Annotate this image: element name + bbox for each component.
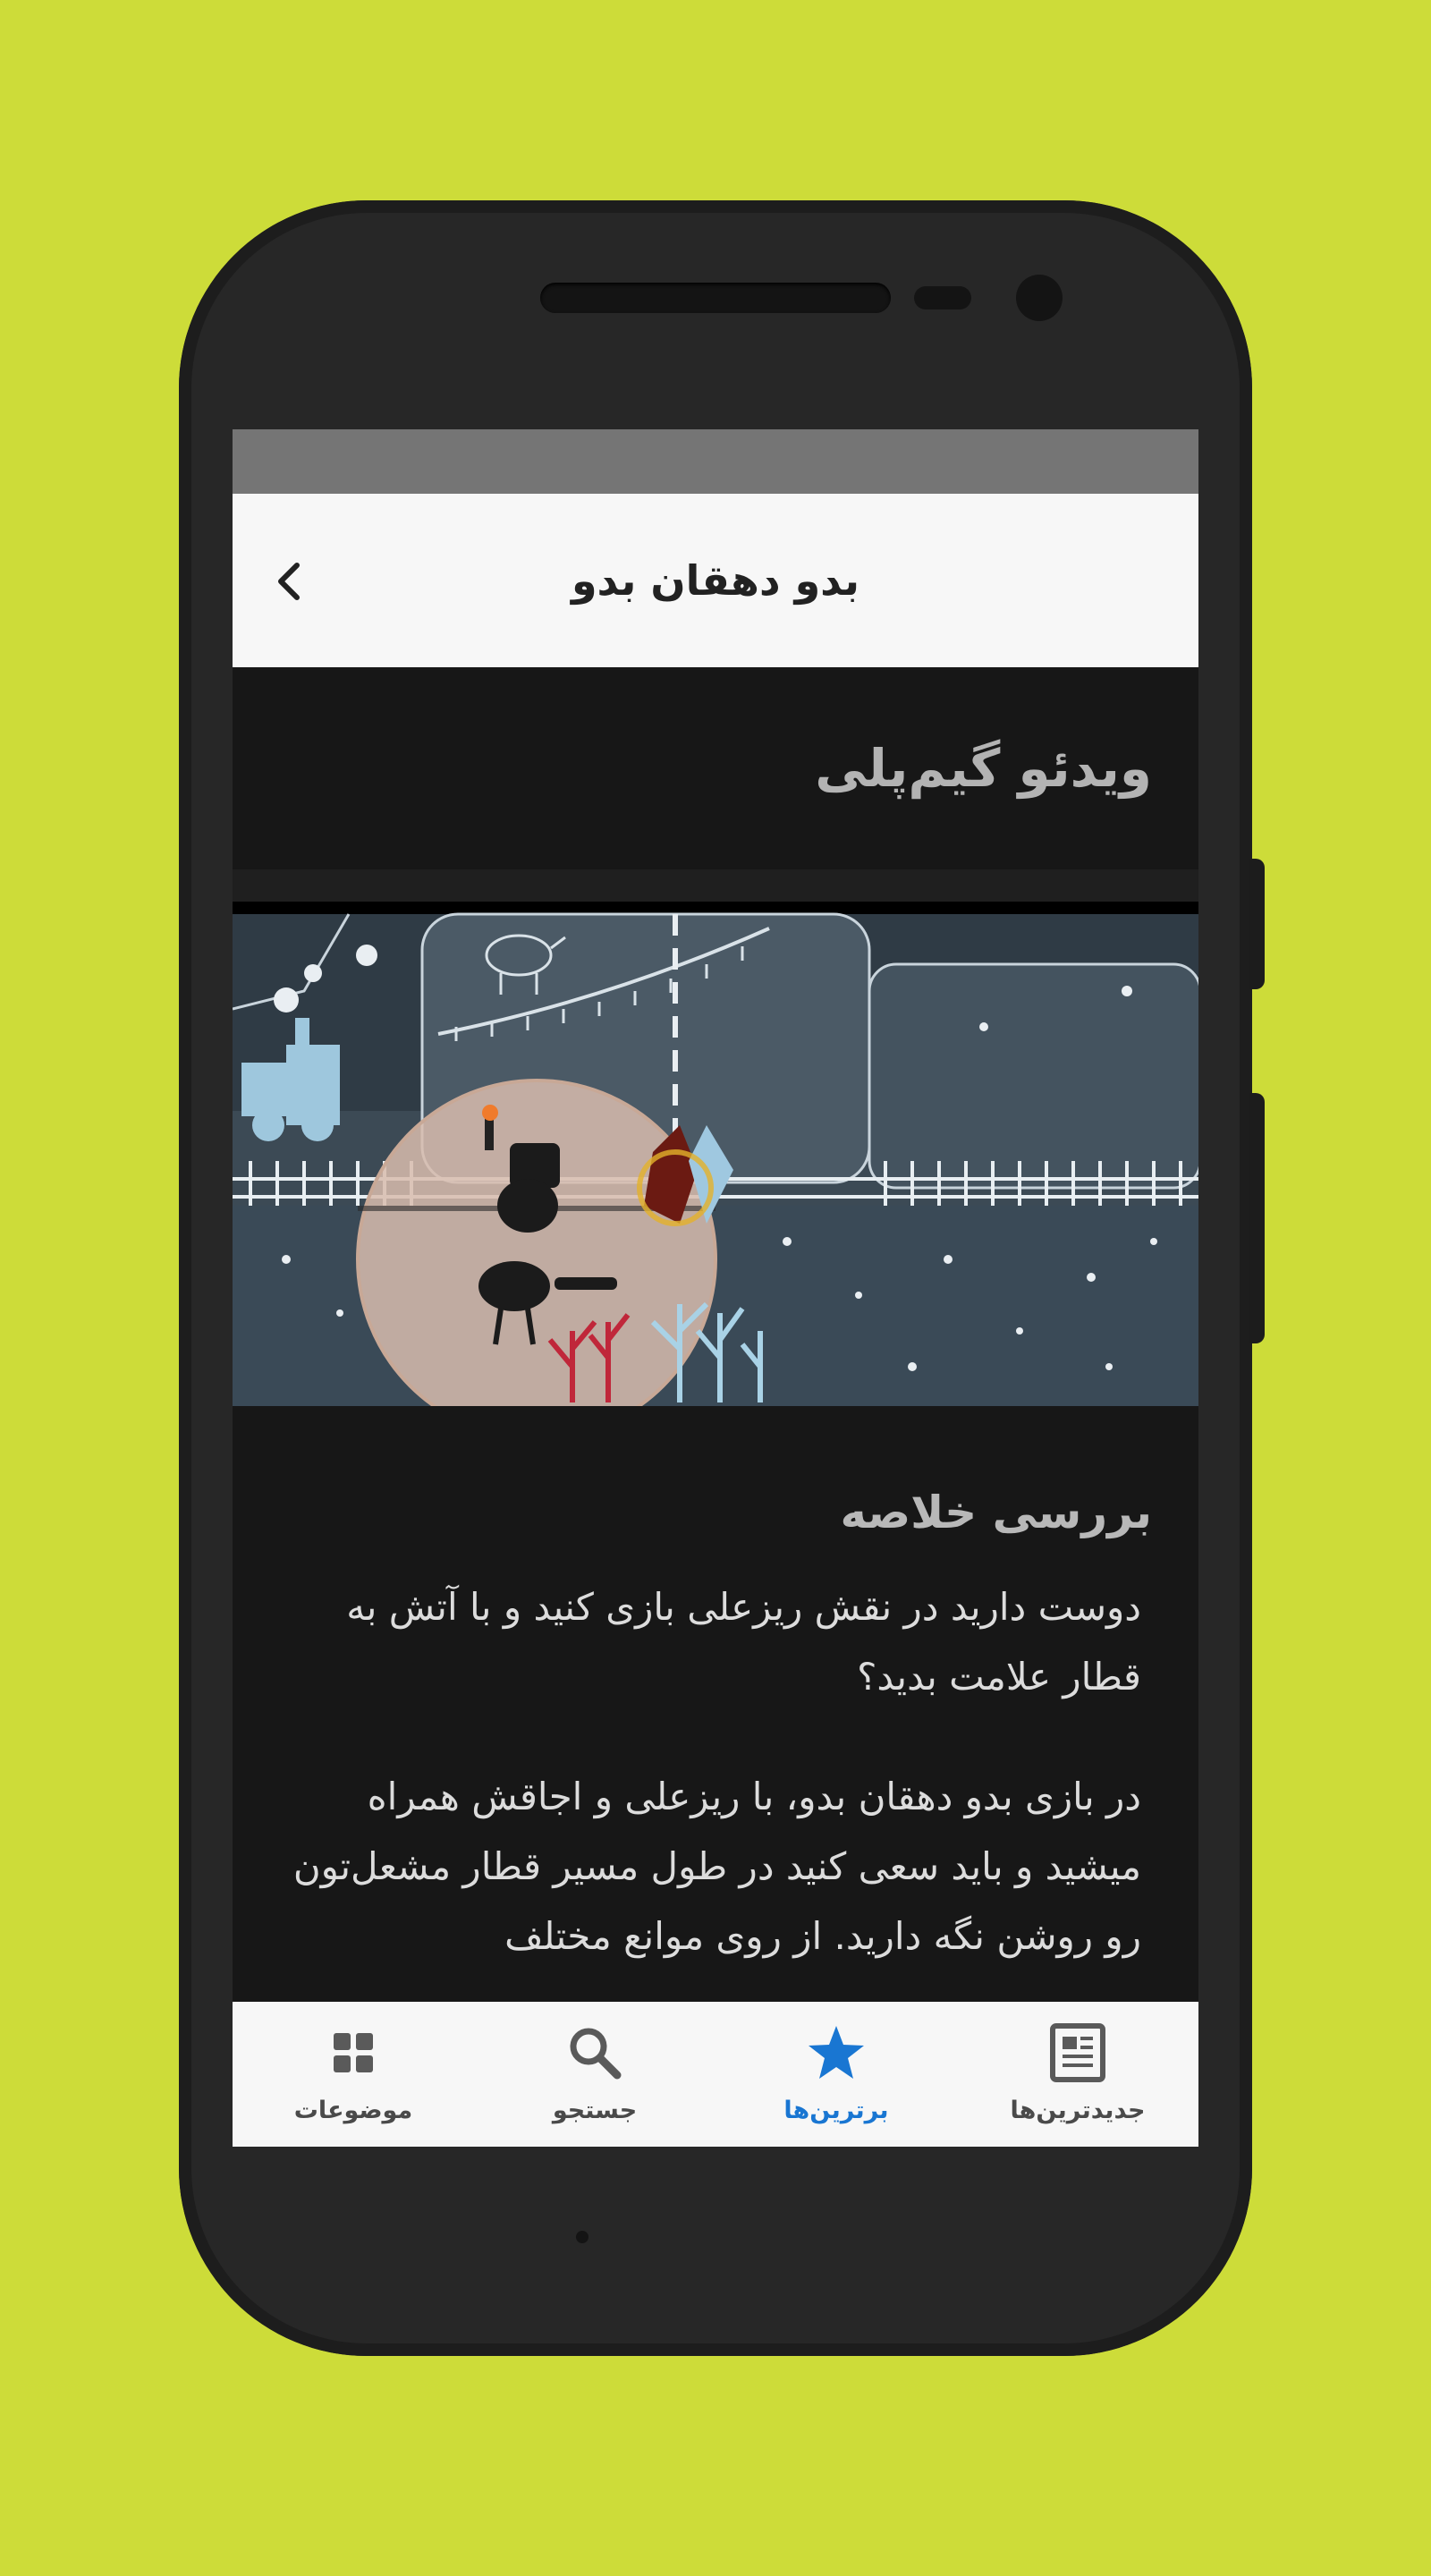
nav-label: برترین‌ها	[783, 2097, 889, 2124]
back-button[interactable]	[258, 549, 322, 614]
nav-item-newest[interactable]: جدیدترین‌ها	[957, 2002, 1198, 2147]
bottom-navigation: جدیدترین‌ها برترین‌ها جستجو	[233, 2002, 1198, 2147]
nav-label: موضوعات	[293, 2097, 413, 2124]
front-camera	[1016, 275, 1063, 321]
volume-button	[1249, 859, 1265, 989]
earpiece-speaker	[540, 283, 891, 313]
page-title: بدو دهقان بدو	[571, 556, 860, 605]
video-thumbnail	[233, 902, 1198, 1406]
nav-label: جستجو	[552, 2097, 638, 2124]
review-heading: بررسی خلاصه	[840, 1487, 1152, 1538]
proximity-sensor	[914, 286, 971, 309]
gameplay-section-header: ویدئو گیم‌پلی	[233, 667, 1198, 869]
phone-screen: بدو دهقان بدو ویدئو گیم‌پلی	[233, 429, 1198, 2147]
microphone	[576, 2231, 588, 2243]
review-section: بررسی خلاصه دوست دارید در نقش ریزعلی باز…	[233, 1406, 1198, 2050]
review-paragraph: دوست دارید در نقش ریزعلی بازی کنید و با …	[346, 1585, 1141, 1699]
star-icon	[809, 2026, 864, 2079]
search-icon	[570, 2028, 622, 2080]
nav-item-top[interactable]: برترین‌ها	[716, 2002, 957, 2147]
grid-icon	[334, 2033, 373, 2072]
app-bar: بدو دهقان بدو	[233, 494, 1198, 667]
newspaper-icon	[1050, 2023, 1105, 2082]
nav-item-search[interactable]: جستجو	[474, 2002, 716, 2147]
power-button	[1249, 1093, 1265, 1343]
section-title: ویدئو گیم‌پلی	[815, 738, 1152, 799]
nav-label: جدیدترین‌ها	[1010, 2097, 1146, 2124]
chevron-left-icon	[278, 563, 300, 600]
nav-item-categories[interactable]: موضوعات	[233, 2002, 474, 2147]
gameplay-video[interactable]	[233, 902, 1198, 1406]
status-bar	[233, 429, 1198, 494]
review-paragraph: در بازی بدو دهقان بدو، با ریزعلی و اجاقش…	[292, 1775, 1141, 1958]
